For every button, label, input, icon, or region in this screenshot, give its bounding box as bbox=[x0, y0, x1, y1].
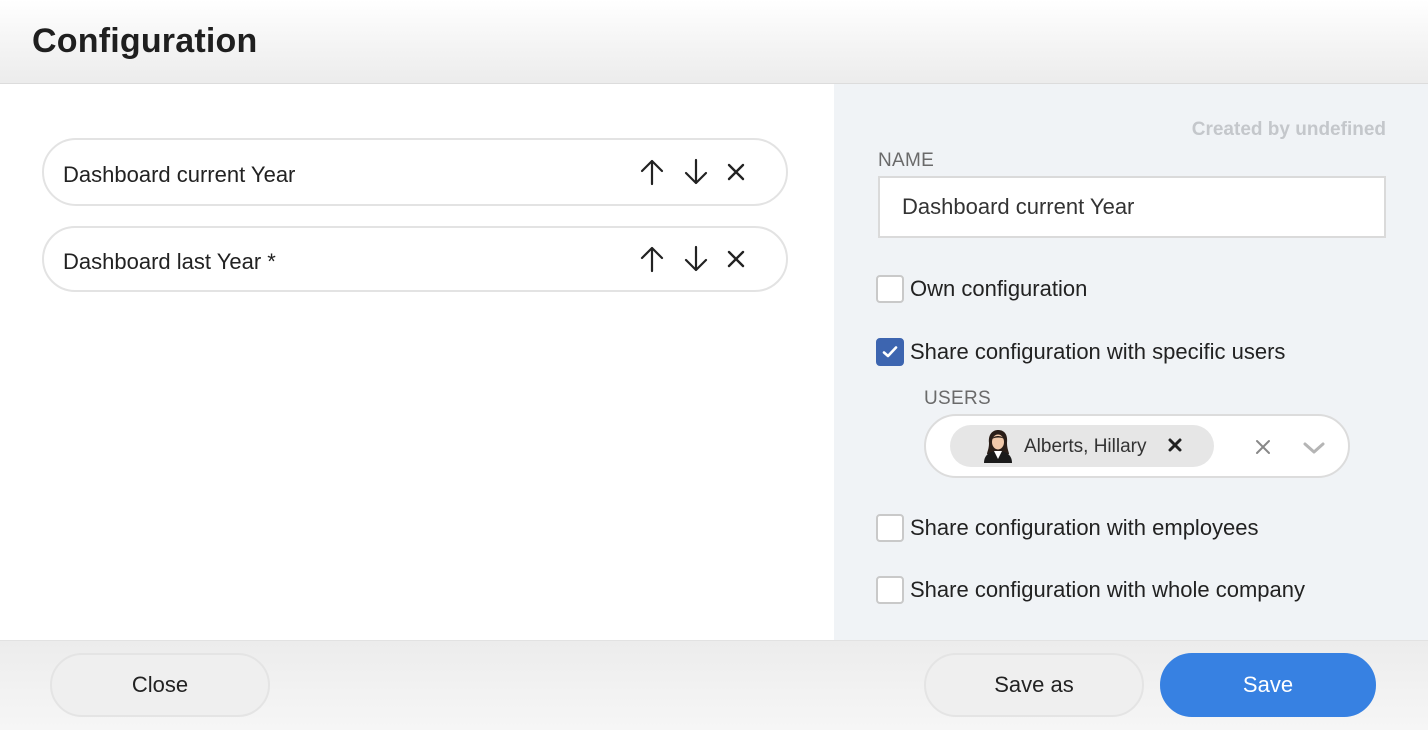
users-select[interactable]: Alberts, Hillary bbox=[924, 414, 1350, 478]
clear-all-icon[interactable] bbox=[1254, 438, 1272, 456]
checkbox-checked[interactable] bbox=[876, 338, 904, 366]
checkbox[interactable] bbox=[876, 514, 904, 542]
close-button[interactable]: Close bbox=[50, 653, 270, 717]
share-company-checkbox[interactable]: Share configuration with whole company bbox=[876, 575, 1305, 605]
arrow-up-icon[interactable] bbox=[638, 245, 666, 273]
arrow-down-icon[interactable] bbox=[682, 158, 710, 186]
config-item[interactable]: Dashboard current Year bbox=[42, 138, 788, 206]
chevron-down-icon[interactable] bbox=[1302, 440, 1326, 456]
name-input[interactable] bbox=[878, 176, 1386, 238]
remove-user-icon[interactable] bbox=[1166, 436, 1184, 454]
checkmark-icon bbox=[882, 346, 898, 358]
dialog-footer: Close Save as Save bbox=[0, 640, 1428, 730]
dialog-title: Configuration bbox=[32, 22, 258, 60]
save-as-button[interactable]: Save as bbox=[924, 653, 1144, 717]
dialog-header: Configuration bbox=[0, 0, 1428, 84]
configuration-list: Dashboard current Year Dashboard last Ye… bbox=[0, 84, 834, 640]
config-item-label: Dashboard current Year bbox=[63, 162, 296, 187]
close-icon[interactable] bbox=[722, 245, 750, 273]
own-configuration-label: Own configuration bbox=[910, 276, 1088, 301]
avatar bbox=[984, 430, 1012, 463]
configuration-details: Created by undefined NAME Own configurat… bbox=[834, 84, 1428, 640]
arrow-up-icon[interactable] bbox=[638, 158, 666, 186]
config-item[interactable]: Dashboard last Year * bbox=[42, 226, 788, 292]
checkbox[interactable] bbox=[876, 275, 904, 303]
name-label: NAME bbox=[878, 150, 935, 171]
created-by-text: Created by undefined bbox=[1191, 119, 1386, 140]
share-company-label: Share configuration with whole company bbox=[910, 577, 1306, 602]
share-employees-label: Share configuration with employees bbox=[910, 515, 1259, 540]
share-specific-users-label: Share configuration with specific users bbox=[910, 339, 1286, 364]
arrow-down-icon[interactable] bbox=[682, 245, 710, 273]
config-item-label: Dashboard last Year * bbox=[63, 249, 276, 274]
share-employees-checkbox[interactable]: Share configuration with employees bbox=[876, 513, 1259, 543]
users-label: USERS bbox=[924, 388, 991, 409]
save-button[interactable]: Save bbox=[1160, 653, 1376, 717]
close-icon[interactable] bbox=[722, 158, 750, 186]
checkbox[interactable] bbox=[876, 576, 904, 604]
share-specific-users-checkbox[interactable]: Share configuration with specific users bbox=[876, 337, 1285, 367]
own-configuration-checkbox[interactable]: Own configuration bbox=[876, 274, 1087, 304]
user-chip-label: Alberts, Hillary bbox=[1024, 436, 1147, 457]
user-chip: Alberts, Hillary bbox=[950, 425, 1214, 467]
